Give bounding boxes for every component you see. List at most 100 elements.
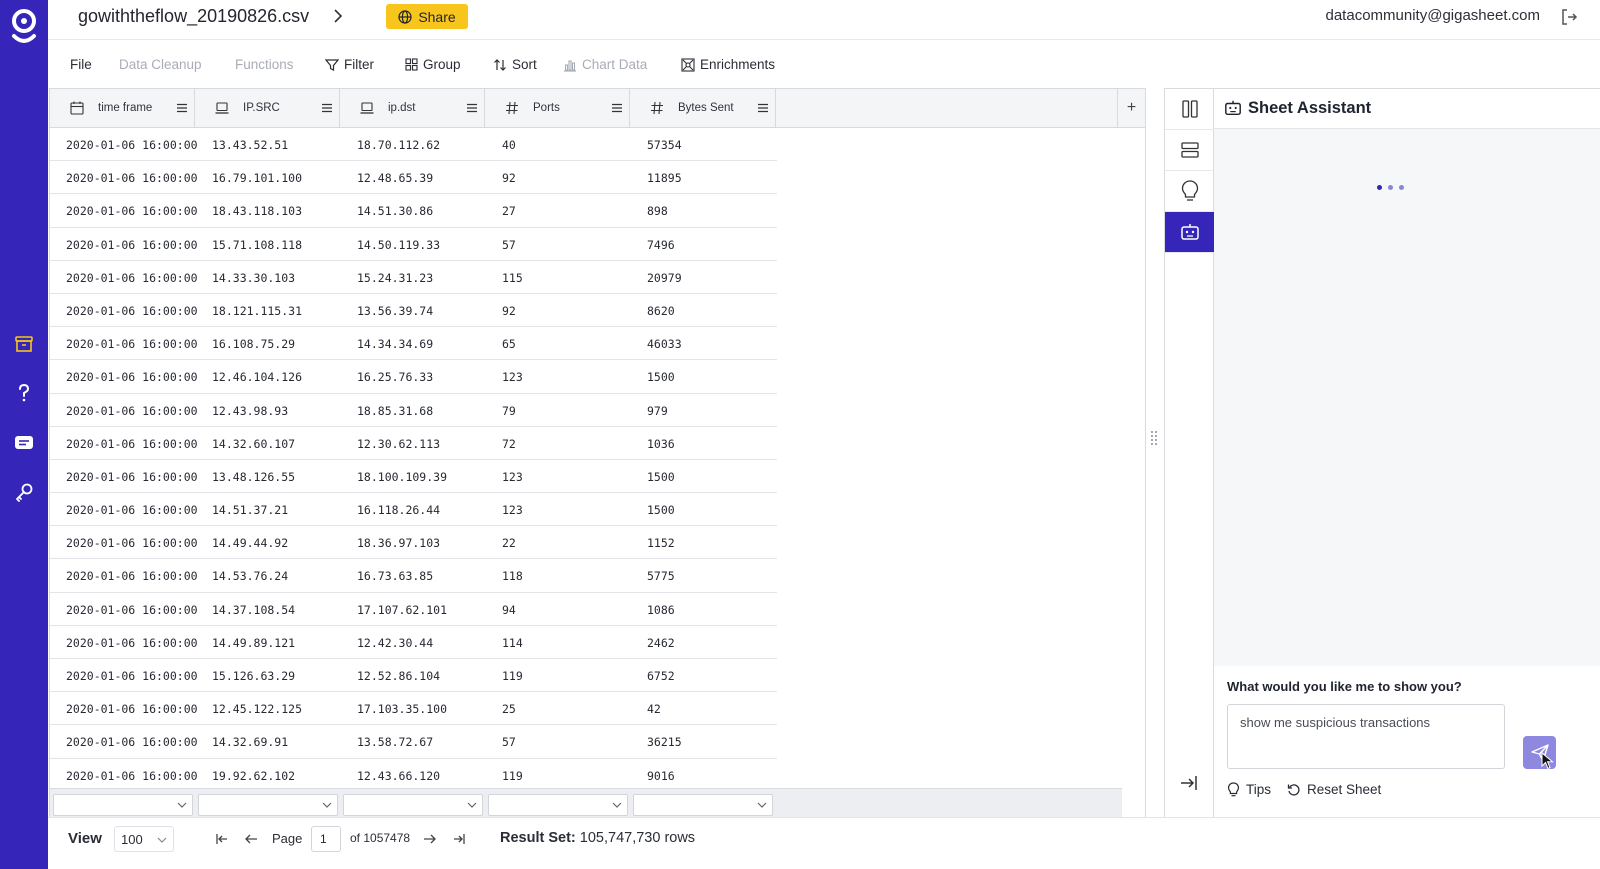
cell[interactable]: 92 (502, 304, 516, 318)
cell[interactable]: 14.53.76.24 (212, 569, 288, 583)
previous-page-icon[interactable] (243, 831, 259, 847)
page-number-input[interactable]: 1 (311, 826, 341, 852)
cell[interactable]: 6752 (647, 669, 675, 683)
assistant-query-input[interactable]: show me suspicious transactions (1227, 704, 1505, 769)
tab-sheet-assistant[interactable] (1165, 212, 1214, 253)
cell[interactable]: 1086 (647, 603, 675, 617)
cell[interactable]: 42 (647, 702, 661, 716)
cell[interactable]: 16.118.26.44 (357, 503, 440, 517)
cell[interactable]: 1036 (647, 437, 675, 451)
cell[interactable]: 2020-01-06 16:00:00 (66, 304, 198, 318)
cell[interactable]: 12.48.65.39 (357, 171, 433, 185)
cell[interactable]: 14.50.119.33 (357, 238, 440, 252)
cell[interactable]: 94 (502, 603, 516, 617)
cell[interactable]: 2020-01-06 16:00:00 (66, 238, 198, 252)
cell[interactable]: 92 (502, 171, 516, 185)
cell[interactable]: 2020-01-06 16:00:00 (66, 437, 198, 451)
column-header-ports[interactable]: Ports (485, 89, 630, 127)
cell[interactable]: 13.43.52.51 (212, 138, 288, 152)
cell[interactable]: 18.70.112.62 (357, 138, 440, 152)
panel-resize-handle[interactable] (1150, 430, 1160, 446)
cell[interactable]: 14.32.69.91 (212, 735, 288, 749)
cell[interactable]: 72 (502, 437, 516, 451)
cell[interactable]: 2020-01-06 16:00:00 (66, 404, 198, 418)
user-email[interactable]: datacommunity@gigasheet.com (1326, 7, 1541, 24)
menu-file[interactable]: File (70, 57, 92, 72)
cell[interactable]: 2020-01-06 16:00:00 (66, 636, 198, 650)
menu-functions[interactable]: Functions (235, 57, 294, 72)
table-row[interactable]: 2020-01-06 16:00:00 19.92.62.102 12.43.66.… (50, 759, 777, 792)
cell[interactable]: 18.36.97.103 (357, 536, 440, 550)
table-row[interactable]: 2020-01-06 16:00:00 14.49.44.92 18.36.97.1… (50, 526, 777, 560)
cell[interactable]: 2020-01-06 16:00:00 (66, 603, 198, 617)
gigasheet-logo[interactable] (8, 6, 40, 43)
cell[interactable]: 2020-01-06 16:00:00 (66, 769, 198, 783)
cell[interactable]: 12.30.62.113 (357, 437, 440, 451)
table-row[interactable]: 2020-01-06 16:00:00 14.37.108.54 17.107.62… (50, 593, 777, 626)
column-filter-select[interactable] (343, 794, 483, 816)
cell[interactable]: 2020-01-06 16:00:00 (66, 503, 198, 517)
cell[interactable]: 15.126.63.29 (212, 669, 295, 683)
cell[interactable]: 114 (502, 636, 523, 650)
cell[interactable]: 12.43.66.120 (357, 769, 440, 783)
cell[interactable]: 19.92.62.102 (212, 769, 295, 783)
cell[interactable]: 2020-01-06 16:00:00 (66, 536, 198, 550)
menu-chart-data[interactable]: Chart Data (563, 57, 647, 72)
cell[interactable]: 2020-01-06 16:00:00 (66, 370, 198, 384)
cell[interactable]: 2020-01-06 16:00:00 (66, 138, 198, 152)
tab-insights[interactable] (1165, 171, 1214, 212)
cell[interactable]: 7496 (647, 238, 675, 252)
cell[interactable]: 14.32.60.107 (212, 437, 295, 451)
table-row[interactable]: 2020-01-06 16:00:00 14.53.76.24 16.73.63.8… (50, 559, 777, 593)
chevron-right-icon[interactable] (330, 8, 346, 24)
cell[interactable]: 15.24.31.23 (357, 271, 433, 285)
cell[interactable]: 2020-01-06 16:00:00 (66, 702, 198, 716)
column-filter-select[interactable] (488, 794, 628, 816)
cell[interactable]: 14.34.34.69 (357, 337, 433, 351)
column-menu-icon[interactable] (611, 102, 623, 114)
cell[interactable]: 40 (502, 138, 516, 152)
tab-columns[interactable] (1165, 89, 1214, 130)
chat-icon[interactable] (10, 429, 38, 457)
cell[interactable]: 12.52.86.104 (357, 669, 440, 683)
first-page-icon[interactable] (214, 831, 230, 847)
cell[interactable]: 17.107.62.101 (357, 603, 447, 617)
column-header-bytes-sent[interactable]: Bytes Sent (630, 89, 776, 127)
column-menu-icon[interactable] (176, 102, 188, 114)
cell[interactable]: 13.48.126.55 (212, 470, 295, 484)
logout-icon[interactable] (1560, 8, 1578, 26)
cell[interactable]: 2020-01-06 16:00:00 (66, 735, 198, 749)
column-filter-select[interactable] (633, 794, 773, 816)
table-row[interactable]: 2020-01-06 16:00:00 12.43.98.93 18.85.31.6… (50, 394, 777, 427)
cell[interactable]: 2020-01-06 16:00:00 (66, 171, 198, 185)
cell[interactable]: 12.45.122.125 (212, 702, 302, 716)
archive-icon[interactable] (10, 330, 38, 358)
menu-sort[interactable]: Sort (493, 57, 537, 72)
column-header-ip-src[interactable]: IP.SRC (195, 89, 340, 127)
cell[interactable]: 2462 (647, 636, 675, 650)
cell[interactable]: 36215 (647, 735, 682, 749)
cell[interactable]: 12.43.98.93 (212, 404, 288, 418)
cell[interactable]: 17.103.35.100 (357, 702, 447, 716)
cell[interactable]: 9016 (647, 769, 675, 783)
table-row[interactable]: 2020-01-06 16:00:00 18.43.118.103 14.51.30… (50, 194, 777, 228)
cell[interactable]: 57 (502, 735, 516, 749)
table-row[interactable]: 2020-01-06 16:00:00 12.45.122.125 17.103.3… (50, 692, 777, 726)
cell[interactable]: 123 (502, 503, 523, 517)
cell[interactable]: 8620 (647, 304, 675, 318)
cell[interactable]: 115 (502, 271, 523, 285)
cell[interactable]: 46033 (647, 337, 682, 351)
table-row[interactable]: 2020-01-06 16:00:00 18.121.115.31 13.56.39… (50, 294, 777, 328)
cell[interactable]: 119 (502, 769, 523, 783)
cell[interactable]: 2020-01-06 16:00:00 (66, 337, 198, 351)
cell[interactable]: 14.37.108.54 (212, 603, 295, 617)
cell[interactable]: 123 (502, 370, 523, 384)
cell[interactable]: 15.71.108.118 (212, 238, 302, 252)
menu-filter[interactable]: Filter (325, 57, 374, 72)
cell[interactable]: 25 (502, 702, 516, 716)
cell[interactable]: 16.73.63.85 (357, 569, 433, 583)
tips-button[interactable]: Tips (1227, 782, 1271, 797)
key-icon[interactable] (10, 478, 38, 506)
share-button[interactable]: Share (386, 4, 468, 29)
cell[interactable]: 18.100.109.39 (357, 470, 447, 484)
